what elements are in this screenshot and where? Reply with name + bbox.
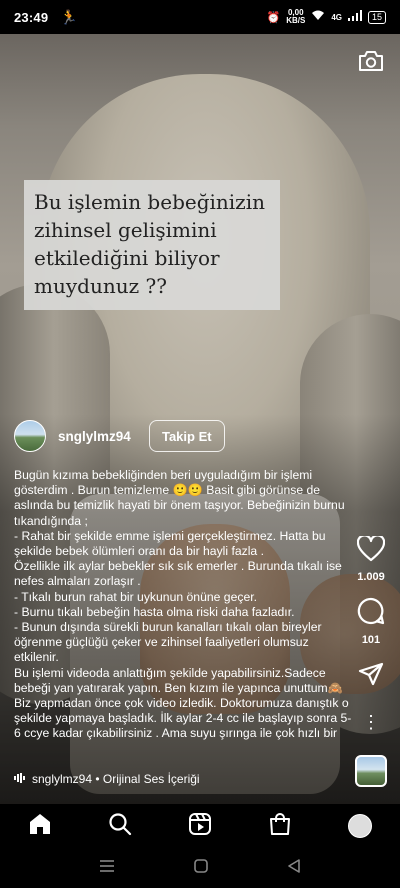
status-time: 23:49: [14, 9, 49, 25]
caption-line: Bugün kızıma bebekliğinden beri uyguladı…: [14, 468, 345, 528]
battery-icon: 15: [367, 10, 386, 24]
post-caption[interactable]: Bugün kızıma bebekliğinden beri uyguladı…: [14, 468, 354, 758]
audio-info[interactable]: snglylmz94 • Orijinal Ses İçeriği: [14, 772, 200, 786]
camera-icon[interactable]: [358, 50, 384, 72]
shop-icon[interactable]: [268, 812, 292, 841]
action-column: 1.009 101 ⋮: [355, 534, 387, 787]
back-icon[interactable]: [287, 858, 301, 878]
heart-icon[interactable]: [356, 534, 386, 567]
running-person-icon: 🏃: [60, 8, 78, 25]
status-bar: 23:49 🏃 ⏰ 0,00 KB/S 4G 15: [0, 0, 400, 34]
audio-wave-icon: [14, 772, 26, 786]
caption-line: Bu işlemi videoda anlattığım şekilde yap…: [14, 665, 352, 741]
like-action[interactable]: 1.009: [356, 534, 386, 583]
author-row: snglylmz94 Takip Et: [14, 420, 225, 452]
caption-line: - Tıkalı burun rahat bir uykunun önüne g…: [14, 589, 257, 604]
alarm-icon: ⏰: [266, 11, 281, 24]
share-action[interactable]: [358, 662, 384, 691]
follow-button[interactable]: Takip Et: [148, 420, 225, 452]
comment-icon[interactable]: [357, 597, 385, 630]
network-speed-unit: KB/S: [286, 16, 306, 25]
search-icon[interactable]: [108, 812, 132, 841]
recent-apps-icon[interactable]: [99, 859, 115, 878]
home-icon[interactable]: [28, 812, 52, 841]
caption-line: Özellikle ilk aylar bebekler sık sık eme…: [14, 559, 342, 589]
send-icon[interactable]: [358, 662, 384, 691]
reel-video[interactable]: Bu işlemin bebeğinizin zihinsel gelişimi…: [0, 34, 400, 804]
like-count: 1.009: [357, 571, 385, 583]
audio-thumbnail[interactable]: [355, 755, 387, 787]
network-speed: 0,00 KB/S: [286, 9, 305, 25]
comment-count: 101: [361, 634, 381, 646]
bottom-navigation: [0, 804, 400, 848]
caption-line: - Rahat bir şekilde emme işlemi gerçekle…: [14, 528, 326, 559]
caption-line: - Bunun dışında sürekli burun kanalları …: [14, 620, 322, 665]
home-button-icon[interactable]: [194, 858, 208, 878]
signal-icon: [347, 10, 362, 24]
status-icons: ⏰ 0,00 KB/S 4G 15: [266, 9, 386, 25]
video-text-overlay: Bu işlemin bebeğinizin zihinsel gelişimi…: [24, 180, 280, 310]
network-type: 4G: [331, 12, 342, 22]
profile-avatar[interactable]: [348, 814, 372, 838]
more-options-icon[interactable]: ⋮: [362, 713, 380, 731]
reels-icon[interactable]: [188, 812, 212, 841]
comment-action[interactable]: 101: [357, 597, 385, 646]
caption-line: - Burnu tıkalı bebeğin hasta olma riski …: [14, 604, 295, 619]
avatar[interactable]: [14, 420, 46, 452]
system-navigation: [0, 848, 400, 888]
wifi-icon: [311, 10, 325, 24]
author-username[interactable]: snglylmz94: [58, 429, 131, 444]
audio-label: snglylmz94 • Orijinal Ses İçeriği: [32, 772, 200, 786]
